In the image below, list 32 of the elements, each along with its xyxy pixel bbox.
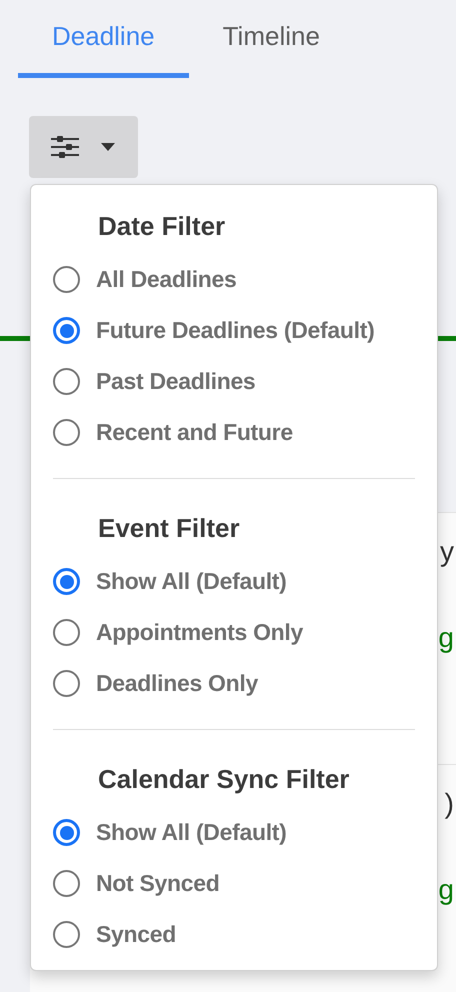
radio-button[interactable] (53, 368, 80, 395)
card-title: y (440, 535, 454, 569)
filter-option[interactable]: Appointments Only (31, 607, 437, 658)
radio-button[interactable] (53, 317, 80, 344)
tab[interactable]: Deadline (18, 0, 189, 78)
radio-button[interactable] (53, 419, 80, 446)
radio-button[interactable] (53, 670, 80, 697)
tab[interactable]: Timeline (188, 0, 354, 78)
card-status: g (438, 621, 454, 655)
filter-option[interactable]: Show All (Default) (31, 807, 437, 858)
caret-icon (101, 143, 115, 151)
card-status: g (438, 873, 454, 907)
card-title: ) (444, 787, 454, 821)
filter-option[interactable]: Synced (31, 909, 437, 960)
radio-button[interactable] (53, 619, 80, 646)
section-title: Calendar Sync Filter (97, 763, 350, 796)
filter-option[interactable]: All Deadlines (31, 254, 437, 305)
radio-button[interactable] (53, 870, 80, 897)
filter-option[interactable]: Deadlines Only (31, 658, 437, 709)
sliders-icon (51, 136, 79, 158)
filter-dropdown-button[interactable] (29, 116, 138, 178)
radio-button[interactable] (53, 568, 80, 595)
filter-option[interactable]: Future Deadlines (Default) (31, 305, 437, 356)
filter-option[interactable]: Show All (Default) (31, 556, 437, 607)
filter-option[interactable]: Past Deadlines (31, 356, 437, 407)
radio-button[interactable] (53, 819, 80, 846)
filter-option[interactable]: Recent and Future (31, 407, 437, 458)
radio-button[interactable] (53, 921, 80, 948)
filter-option[interactable]: Not Synced (31, 858, 437, 909)
section-title: Event Filter (97, 512, 241, 545)
radio-button[interactable] (53, 266, 80, 293)
section-title: Date Filter (97, 210, 226, 243)
